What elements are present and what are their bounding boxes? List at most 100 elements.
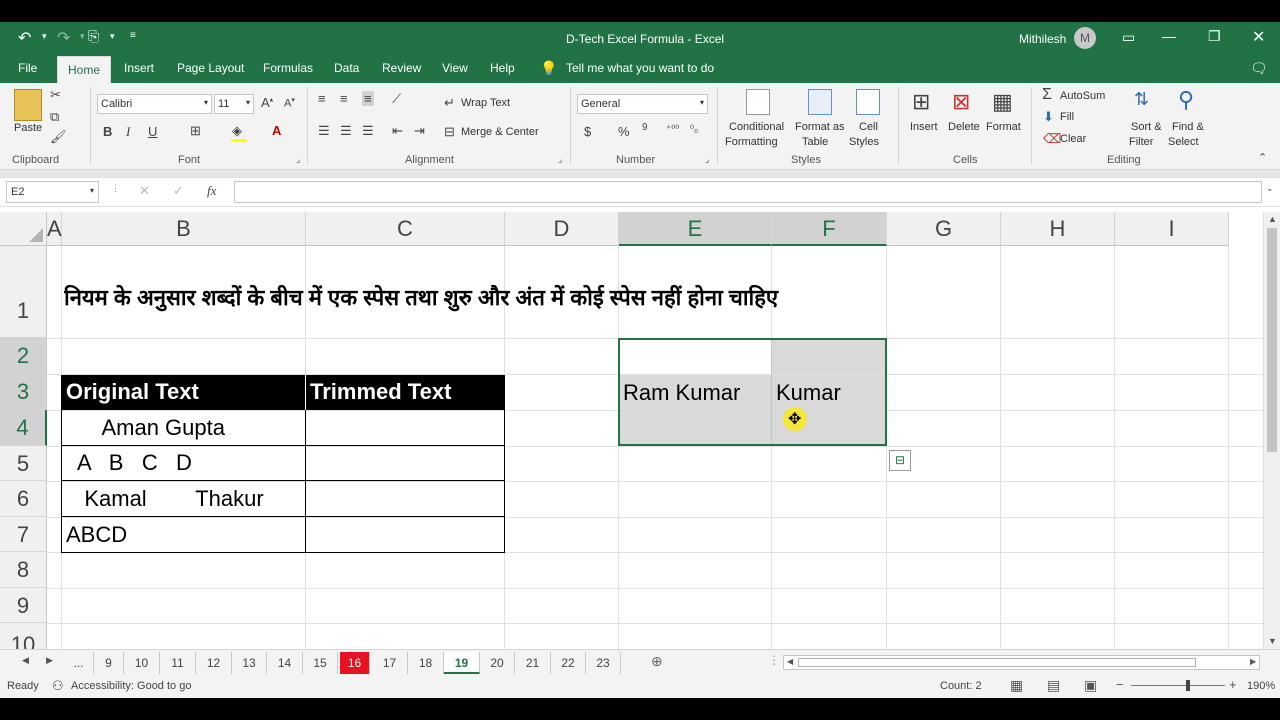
scroll-down-icon[interactable]: ▼: [1268, 636, 1277, 646]
col-header-i[interactable]: I: [1115, 212, 1229, 246]
customize-qat-icon[interactable]: ≡: [130, 30, 136, 41]
paste-button[interactable]: Paste: [14, 122, 42, 134]
col-header-a[interactable]: A: [47, 212, 62, 246]
sheet-tab-red[interactable]: 16: [340, 652, 370, 674]
sheet-tab[interactable]: 21: [515, 652, 551, 674]
increase-indent-icon[interactable]: ⇥: [414, 123, 425, 139]
ribbon-display-icon[interactable]: ▭: [1122, 29, 1135, 46]
find-select-label1[interactable]: Find &: [1172, 121, 1204, 133]
font-name-select[interactable]: Calibri ▾: [97, 94, 212, 114]
scroll-left-icon[interactable]: ◀: [787, 657, 793, 666]
redo-dropdown-icon[interactable]: ▾: [80, 31, 85, 42]
insert-button[interactable]: Insert: [910, 121, 938, 133]
cell-e3[interactable]: Ram Kumar: [623, 376, 740, 410]
col-header-c[interactable]: C: [306, 212, 505, 246]
cell-b5[interactable]: A B C D: [66, 446, 192, 480]
tab-split-handle-icon[interactable]: ⋮: [768, 653, 780, 667]
dialog-launcher-icon[interactable]: ⌟: [296, 154, 300, 165]
undo-icon[interactable]: ↶: [18, 28, 31, 48]
delete-button[interactable]: Delete: [948, 121, 980, 133]
header-trimmed-text[interactable]: Trimmed Text: [310, 375, 451, 409]
dialog-launcher-icon[interactable]: ⌟: [558, 154, 562, 165]
align-center-icon[interactable]: ☰: [340, 123, 352, 139]
col-header-e[interactable]: E: [619, 212, 772, 246]
col-header-g[interactable]: G: [887, 212, 1001, 246]
tab-review[interactable]: Review: [382, 54, 421, 83]
tab-data[interactable]: Data: [334, 54, 359, 83]
col-header-d[interactable]: D: [505, 212, 619, 246]
row-header-10[interactable]: 10: [0, 623, 47, 649]
align-bottom-icon[interactable]: ≡: [362, 91, 374, 106]
zoom-slider-thumb[interactable]: [1186, 680, 1190, 691]
wrap-text-button[interactable]: Wrap Text: [461, 97, 510, 109]
select-all-corner[interactable]: [0, 212, 47, 246]
sheet-tab[interactable]: 17: [372, 652, 408, 674]
page-break-view-icon[interactable]: ▣: [1084, 677, 1097, 694]
comma-button[interactable]: 9: [642, 122, 648, 133]
insert-function-button[interactable]: fx: [207, 183, 216, 199]
cancel-entry-icon[interactable]: ✕: [139, 183, 150, 199]
sheet-tab[interactable]: 13: [232, 652, 267, 674]
worksheet-grid[interactable]: A B C D E F G H I 1 2 3 4 5 6 7 8 9 10 न…: [0, 212, 1280, 649]
tab-home[interactable]: Home: [57, 56, 112, 83]
vertical-scroll-thumb[interactable]: [1267, 228, 1277, 452]
prev-sheet-icon[interactable]: ◀: [22, 655, 29, 666]
row-header-8[interactable]: 8: [0, 552, 47, 588]
add-sheet-icon[interactable]: ⊕: [651, 653, 663, 670]
conditional-formatting-label1[interactable]: Conditional: [729, 121, 784, 133]
name-box[interactable]: E2 ▾: [6, 181, 99, 203]
confirm-entry-icon[interactable]: ✓: [173, 183, 184, 199]
sheet-tab[interactable]: 15: [303, 652, 338, 674]
orientation-icon[interactable]: ⟋: [392, 91, 401, 107]
format-as-table-label2[interactable]: Table: [802, 136, 828, 148]
autosum-button[interactable]: AutoSum: [1060, 90, 1105, 102]
zoom-in-icon[interactable]: +: [1229, 677, 1237, 692]
font-size-select[interactable]: 11 ▾: [214, 94, 254, 114]
tell-me-search[interactable]: Tell me what you want to do: [566, 54, 714, 83]
percent-button[interactable]: %: [618, 124, 630, 139]
collapse-ribbon-icon[interactable]: ⌃: [1258, 151, 1267, 164]
zoom-level[interactable]: 190%: [1247, 680, 1275, 692]
sort-filter-label2[interactable]: Filter: [1129, 136, 1153, 148]
page-layout-view-icon[interactable]: ▤: [1047, 677, 1060, 694]
decrease-font-icon[interactable]: A▾: [284, 96, 295, 110]
italic-button[interactable]: I: [126, 124, 130, 140]
row-header-9[interactable]: 9: [0, 588, 47, 623]
avatar[interactable]: M: [1074, 27, 1096, 49]
sheet-tab[interactable]: 22: [551, 652, 586, 674]
sort-filter-label1[interactable]: Sort &: [1131, 121, 1162, 133]
cell-b4[interactable]: Aman Gupta: [66, 411, 225, 445]
horizontal-scrollbar[interactable]: ◀ ▶: [783, 655, 1260, 670]
decrease-decimal-icon[interactable]: ⁰₀: [690, 124, 698, 135]
tab-file[interactable]: File: [18, 54, 37, 83]
sheet-tab[interactable]: 23: [586, 652, 621, 674]
zoom-out-icon[interactable]: −: [1116, 677, 1124, 692]
align-left-icon[interactable]: ☰: [318, 123, 330, 139]
paste-icon[interactable]: [14, 89, 42, 121]
format-button[interactable]: Format: [986, 121, 1021, 133]
touch-dropdown-icon[interactable]: ▾: [110, 31, 115, 42]
sheet-tab[interactable]: 18: [408, 652, 444, 674]
tab-view[interactable]: View: [442, 54, 468, 83]
header-original-text[interactable]: Original Text: [66, 375, 199, 409]
hindi-instruction-heading[interactable]: नियम के अनुसार शब्दों के बीच में एक स्पे…: [64, 282, 1224, 322]
find-select-label2[interactable]: Select: [1168, 136, 1199, 148]
conditional-formatting-label2[interactable]: Formatting: [725, 136, 778, 148]
row-header-2[interactable]: 2: [0, 338, 47, 374]
formula-input[interactable]: [234, 181, 1262, 203]
row-header-7[interactable]: 7: [0, 517, 47, 552]
col-header-f[interactable]: F: [772, 212, 887, 246]
format-painter-icon[interactable]: 🖌: [50, 129, 67, 145]
clear-button[interactable]: Clear: [1060, 133, 1086, 145]
align-right-icon[interactable]: ☰: [362, 123, 374, 139]
normal-view-icon[interactable]: ▦: [1010, 677, 1023, 694]
row-header-4[interactable]: 4: [0, 410, 47, 446]
col-header-h[interactable]: H: [1001, 212, 1115, 246]
minimize-icon[interactable]: —: [1162, 28, 1176, 44]
tab-insert[interactable]: Insert: [124, 54, 154, 83]
increase-decimal-icon[interactable]: ⁺⁰⁰: [666, 124, 679, 135]
number-format-select[interactable]: General ▾: [577, 94, 708, 114]
sheet-tab[interactable]: 9: [94, 652, 124, 674]
decrease-indent-icon[interactable]: ⇤: [392, 123, 403, 139]
copy-icon[interactable]: ⧉: [50, 109, 59, 125]
